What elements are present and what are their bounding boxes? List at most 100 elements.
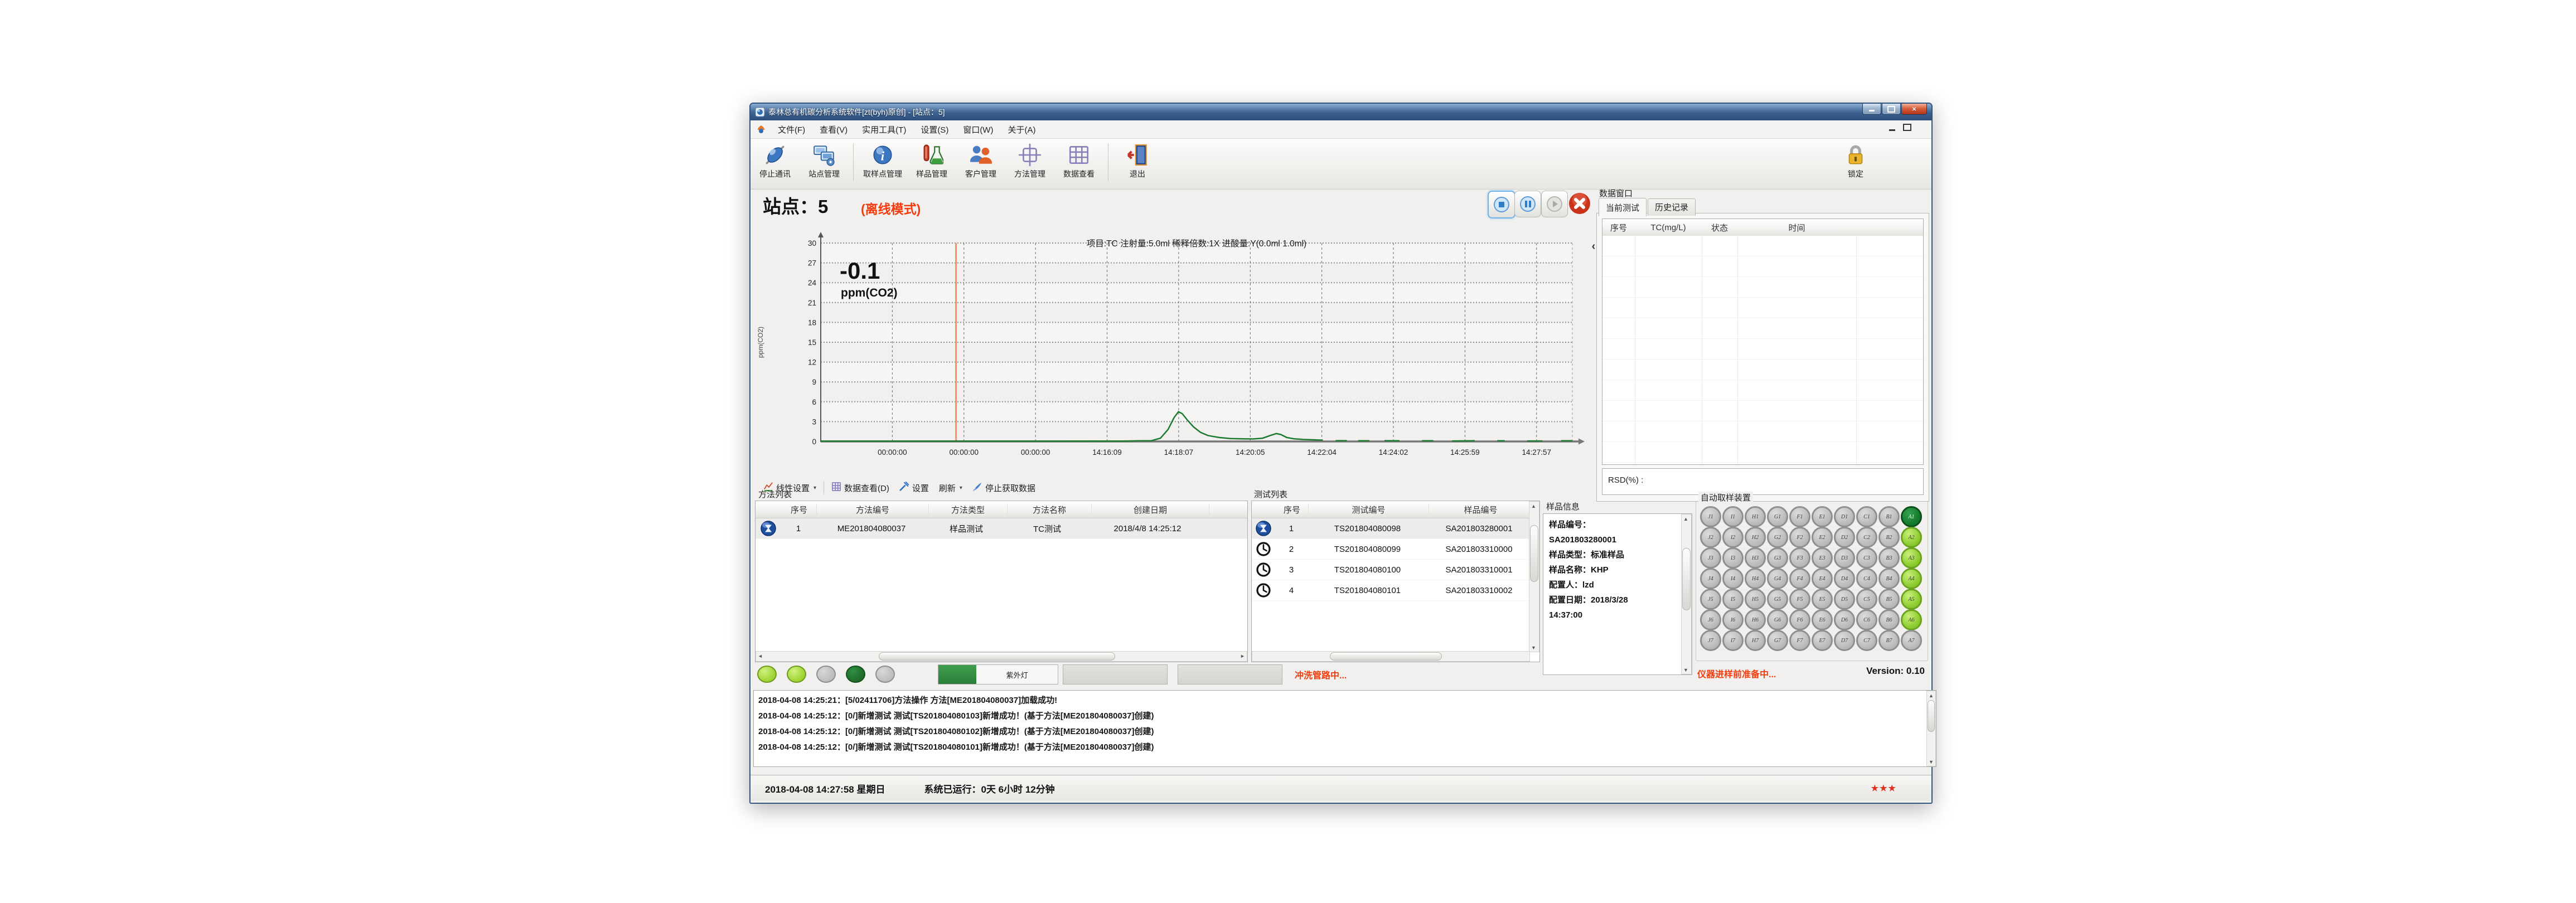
vial-G4[interactable]: G4	[1767, 568, 1788, 589]
menu-item-3[interactable]: 实用工具(T)	[855, 122, 913, 138]
table-row[interactable]: 2TS201804080099SA201803310000	[1252, 539, 1530, 560]
vial-E4[interactable]: E4	[1812, 568, 1833, 589]
method-list-hscrollbar[interactable]: ◄ ►	[756, 651, 1247, 662]
vial-B6[interactable]: B6	[1878, 609, 1900, 630]
vial-F4[interactable]: F4	[1789, 568, 1810, 589]
vial-J2[interactable]: J2	[1700, 527, 1721, 548]
start-run-button[interactable]	[1541, 191, 1568, 217]
toolbar-button-sample[interactable]: 样品管理	[907, 141, 956, 181]
test-list-vscrollbar[interactable]: ▲ ▼	[1529, 501, 1539, 652]
minimize-button[interactable]	[1862, 104, 1881, 115]
vial-C7[interactable]: C7	[1856, 630, 1877, 651]
vial-D1[interactable]: D1	[1834, 506, 1855, 527]
vial-H7[interactable]: H7	[1745, 630, 1766, 651]
vial-J3[interactable]: J3	[1700, 547, 1721, 569]
pause-run-button[interactable]	[1514, 191, 1541, 217]
tab-current-test[interactable]: 当前测试	[1599, 198, 1647, 216]
toolbar-button-method[interactable]: 方法管理	[1005, 141, 1054, 181]
vial-I6[interactable]: I6	[1722, 609, 1744, 630]
vial-I1[interactable]: I1	[1722, 506, 1744, 527]
vial-A5[interactable]: A5	[1901, 589, 1922, 610]
scroll-left-arrow[interactable]: ◄	[756, 652, 764, 660]
maximize-button[interactable]	[1882, 104, 1901, 115]
vial-D6[interactable]: D6	[1834, 609, 1855, 630]
vial-H3[interactable]: H3	[1745, 547, 1766, 569]
vial-F3[interactable]: F3	[1789, 547, 1810, 569]
sample-info-vscrollbar[interactable]: ▲ ▼	[1681, 514, 1692, 674]
vial-B1[interactable]: B1	[1878, 506, 1900, 527]
vial-H2[interactable]: H2	[1745, 527, 1766, 548]
vial-H1[interactable]: H1	[1745, 506, 1766, 527]
scroll-up-arrow[interactable]: ▲	[1529, 502, 1538, 510]
vial-G2[interactable]: G2	[1767, 527, 1788, 548]
vial-J5[interactable]: J5	[1700, 589, 1721, 610]
log-vscrollbar[interactable]: ▲ ▼	[1926, 691, 1936, 766]
scroll-thumb[interactable]	[1530, 525, 1538, 582]
vial-F7[interactable]: F7	[1789, 630, 1810, 651]
vial-J7[interactable]: J7	[1700, 630, 1721, 651]
vial-A4[interactable]: A4	[1901, 568, 1922, 589]
vial-E7[interactable]: E7	[1812, 630, 1833, 651]
vial-G3[interactable]: G3	[1767, 547, 1788, 569]
toolbar-button-stop-comm[interactable]: 停止通讯	[750, 141, 800, 181]
scroll-up-arrow[interactable]: ▲	[1682, 514, 1690, 523]
abort-run-button[interactable]	[1567, 191, 1592, 216]
scroll-down-arrow[interactable]: ▼	[1529, 643, 1538, 652]
vial-C3[interactable]: C3	[1856, 547, 1877, 569]
vial-I3[interactable]: I3	[1722, 547, 1744, 569]
vial-F1[interactable]: F1	[1789, 506, 1810, 527]
vial-H6[interactable]: H6	[1745, 609, 1766, 630]
vial-F6[interactable]: F6	[1789, 609, 1810, 630]
vial-F2[interactable]: F2	[1789, 527, 1810, 548]
vial-C5[interactable]: C5	[1856, 589, 1877, 610]
tab-history[interactable]: 历史记录	[1648, 198, 1696, 216]
scroll-down-arrow[interactable]: ▼	[1927, 758, 1935, 766]
menu-item-6[interactable]: 关于(A)	[1000, 122, 1043, 138]
vial-H4[interactable]: H4	[1745, 568, 1766, 589]
chart-toolbar-item-5[interactable]: 停止获取数据	[967, 480, 1040, 496]
menu-item-2[interactable]: 查看(V)	[812, 122, 855, 138]
chart-toolbar-item-4[interactable]: 刷新▾	[934, 480, 967, 496]
test-list-hscrollbar[interactable]	[1252, 651, 1530, 662]
toolbar-button-sample-point[interactable]: i取样点管理	[858, 141, 907, 181]
toolbar-button-data-view[interactable]: 数据查看	[1054, 141, 1103, 181]
vial-A3[interactable]: A3	[1901, 547, 1922, 569]
vial-H5[interactable]: H5	[1745, 589, 1766, 610]
vial-I4[interactable]: I4	[1722, 568, 1744, 589]
vial-C6[interactable]: C6	[1856, 609, 1877, 630]
scroll-up-arrow[interactable]: ▲	[1927, 691, 1935, 700]
stop-run-button[interactable]	[1488, 191, 1515, 219]
toolbar-button-customer[interactable]: 客户管理	[956, 141, 1005, 181]
lock-button[interactable]: 锁定	[1831, 141, 1880, 181]
toolbar-button-exit[interactable]: 退出	[1113, 141, 1162, 181]
table-row[interactable]: 4TS201804080101SA201803310002	[1252, 580, 1530, 601]
vial-D2[interactable]: D2	[1834, 527, 1855, 548]
scroll-right-arrow[interactable]: ►	[1238, 652, 1247, 660]
menu-item-4[interactable]: 设置(S)	[913, 122, 956, 138]
vial-D5[interactable]: D5	[1834, 589, 1855, 610]
vial-A7[interactable]: A7	[1901, 630, 1922, 651]
menu-item-5[interactable]: 窗口(W)	[956, 122, 1000, 138]
vial-J6[interactable]: J6	[1700, 609, 1721, 630]
vial-B5[interactable]: B5	[1878, 589, 1900, 610]
vial-G5[interactable]: G5	[1767, 589, 1788, 610]
vial-I7[interactable]: I7	[1722, 630, 1744, 651]
vial-D3[interactable]: D3	[1834, 547, 1855, 569]
vial-C1[interactable]: C1	[1856, 506, 1877, 527]
vial-E5[interactable]: E5	[1812, 589, 1833, 610]
vial-G7[interactable]: G7	[1767, 630, 1788, 651]
vial-G6[interactable]: G6	[1767, 609, 1788, 630]
mdi-minimize-button[interactable]	[1889, 129, 1895, 131]
vial-A1[interactable]: A1	[1901, 506, 1922, 527]
scroll-thumb[interactable]	[879, 652, 1115, 661]
toolbar-button-station[interactable]: 站点管理	[800, 141, 849, 181]
chart-toolbar-item-2[interactable]: 数据查看(D)	[826, 480, 894, 496]
table-row[interactable]: 1TS201804080098SA201803280001	[1252, 518, 1530, 539]
table-row[interactable]: 1ME201804080037样品测试TC测试2018/4/8 14:25:12	[756, 518, 1247, 539]
vial-E6[interactable]: E6	[1812, 609, 1833, 630]
vial-A6[interactable]: A6	[1901, 609, 1922, 630]
scroll-thumb[interactable]	[1928, 700, 1935, 732]
vial-J1[interactable]: J1	[1700, 506, 1721, 527]
vial-B4[interactable]: B4	[1878, 568, 1900, 589]
vial-B3[interactable]: B3	[1878, 547, 1900, 569]
